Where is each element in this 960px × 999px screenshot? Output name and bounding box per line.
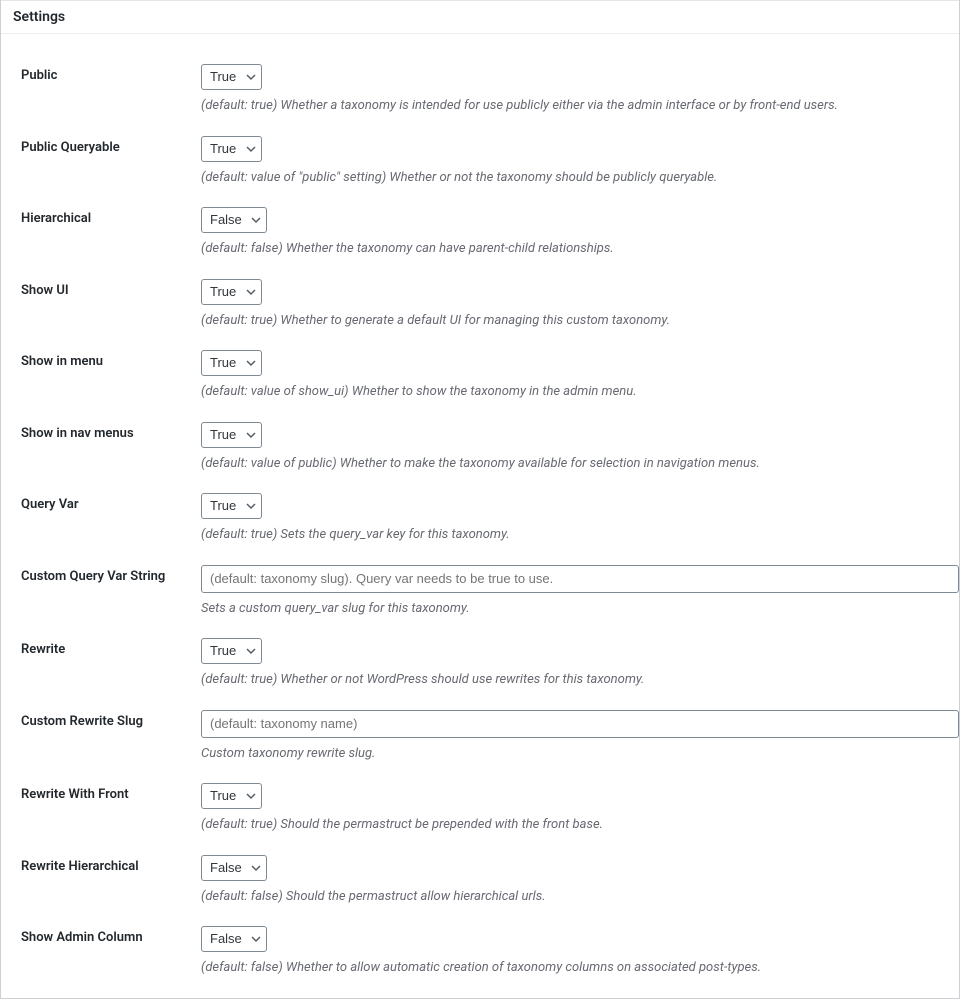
select-rewrite[interactable]: True xyxy=(201,638,262,664)
label-public-queryable: Public Queryable xyxy=(1,136,201,155)
desc-rewrite-with-front: (default: true) Should the permastruct b… xyxy=(201,815,959,835)
select-rewrite-hierarchical[interactable]: False xyxy=(201,855,267,881)
label-hierarchical: Hierarchical xyxy=(1,207,201,226)
label-public: Public xyxy=(1,64,201,83)
desc-query-var: (default: true) Sets the query_var key f… xyxy=(201,525,959,545)
desc-hierarchical: (default: false) Whether the taxonomy ca… xyxy=(201,239,959,259)
settings-panel: Settings Public True (default: true) Whe… xyxy=(0,0,960,999)
row-custom-query-var: Custom Query Var String Sets a custom qu… xyxy=(1,545,959,619)
select-rewrite-with-front[interactable]: True xyxy=(201,783,262,809)
select-show-ui[interactable]: True xyxy=(201,279,262,305)
settings-form: Public True (default: true) Whether a ta… xyxy=(1,34,959,998)
select-public[interactable]: True xyxy=(201,64,262,90)
desc-rewrite: (default: true) Whether or not WordPress… xyxy=(201,670,959,690)
label-show-in-nav-menus: Show in nav menus xyxy=(1,422,201,441)
select-show-in-menu[interactable]: True xyxy=(201,350,262,376)
row-show-in-nav-menus: Show in nav menus True (default: value o… xyxy=(1,402,959,474)
select-show-admin-column[interactable]: False xyxy=(201,926,267,952)
desc-rewrite-hierarchical: (default: false) Should the permastruct … xyxy=(201,887,959,907)
select-hierarchical[interactable]: False xyxy=(201,207,267,233)
row-show-ui: Show UI True (default: true) Whether to … xyxy=(1,259,959,331)
desc-show-ui: (default: true) Whether to generate a de… xyxy=(201,311,959,331)
label-rewrite-with-front: Rewrite With Front xyxy=(1,783,201,802)
input-custom-query-var[interactable] xyxy=(201,565,959,593)
row-custom-rewrite-slug: Custom Rewrite Slug Custom taxonomy rewr… xyxy=(1,690,959,764)
row-rewrite: Rewrite True (default: true) Whether or … xyxy=(1,618,959,690)
label-custom-rewrite-slug: Custom Rewrite Slug xyxy=(1,710,201,729)
desc-custom-query-var: Sets a custom query_var slug for this ta… xyxy=(201,599,959,619)
input-custom-rewrite-slug[interactable] xyxy=(201,710,959,738)
row-public-queryable: Public Queryable True (default: value of… xyxy=(1,116,959,188)
label-query-var: Query Var xyxy=(1,493,201,512)
desc-public-queryable: (default: value of "public" setting) Whe… xyxy=(201,168,959,188)
label-rewrite: Rewrite xyxy=(1,638,201,657)
select-public-queryable[interactable]: True xyxy=(201,136,262,162)
label-show-in-menu: Show in menu xyxy=(1,350,201,369)
select-show-in-nav-menus[interactable]: True xyxy=(201,422,262,448)
select-query-var[interactable]: True xyxy=(201,493,262,519)
label-rewrite-hierarchical: Rewrite Hierarchical xyxy=(1,855,201,874)
row-rewrite-hierarchical: Rewrite Hierarchical False (default: fal… xyxy=(1,835,959,907)
desc-show-in-nav-menus: (default: value of public) Whether to ma… xyxy=(201,454,959,474)
label-show-ui: Show UI xyxy=(1,279,201,298)
row-hierarchical: Hierarchical False (default: false) Whet… xyxy=(1,187,959,259)
row-show-in-menu: Show in menu True (default: value of sho… xyxy=(1,330,959,402)
label-custom-query-var: Custom Query Var String xyxy=(1,565,201,584)
desc-custom-rewrite-slug: Custom taxonomy rewrite slug. xyxy=(201,744,959,764)
row-show-admin-column: Show Admin Column False (default: false)… xyxy=(1,906,959,978)
desc-show-in-menu: (default: value of show_ui) Whether to s… xyxy=(201,382,959,402)
row-rewrite-with-front: Rewrite With Front True (default: true) … xyxy=(1,763,959,835)
row-public: Public True (default: true) Whether a ta… xyxy=(1,44,959,116)
desc-show-admin-column: (default: false) Whether to allow automa… xyxy=(201,958,959,978)
label-show-admin-column: Show Admin Column xyxy=(1,926,201,945)
panel-title: Settings xyxy=(1,0,959,34)
row-query-var: Query Var True (default: true) Sets the … xyxy=(1,473,959,545)
desc-public: (default: true) Whether a taxonomy is in… xyxy=(201,96,959,116)
